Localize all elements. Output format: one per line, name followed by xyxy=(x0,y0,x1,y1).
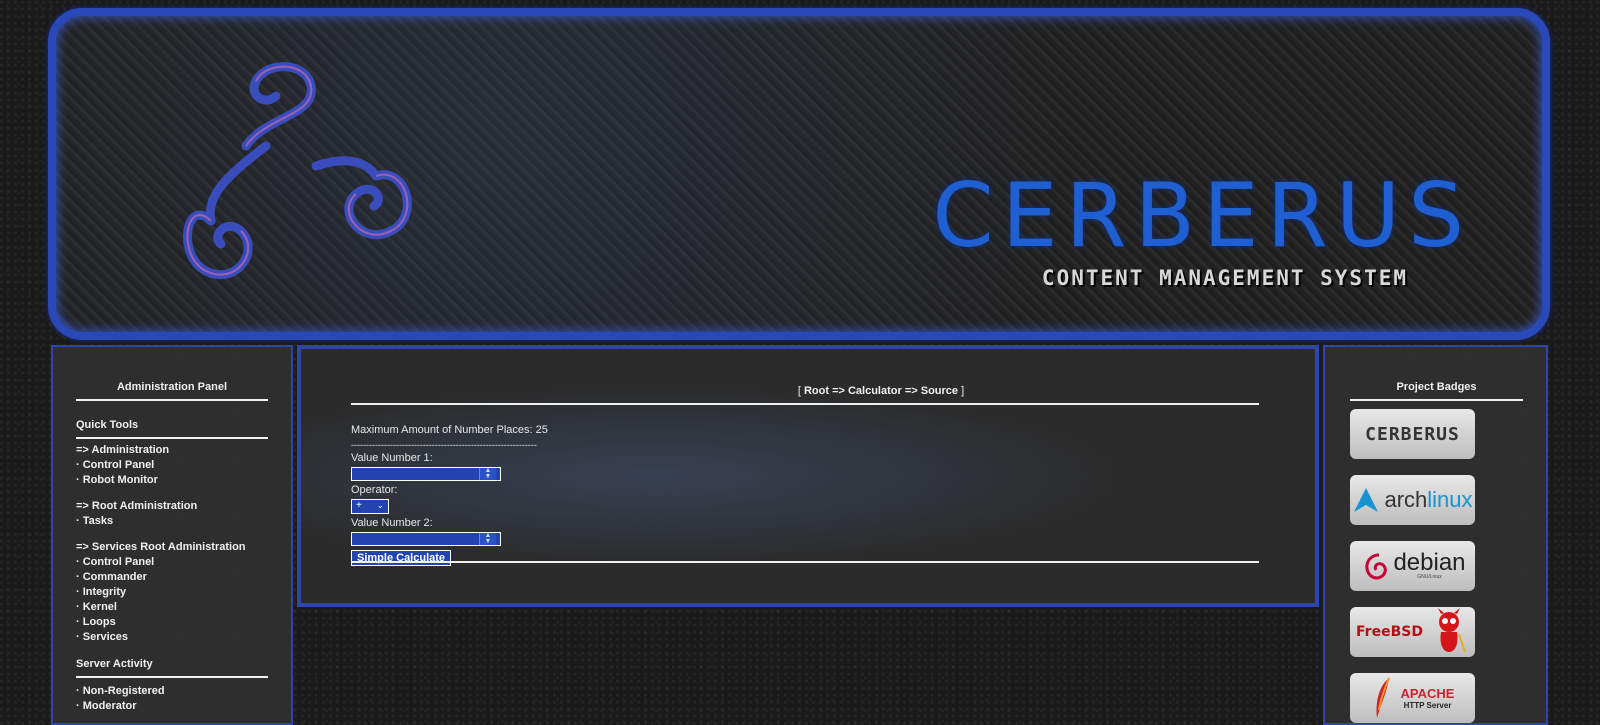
arch-logo-icon xyxy=(1354,488,1379,512)
badge-apache[interactable]: APACHE HTTP Server xyxy=(1350,673,1475,723)
calculator-panel: [ Root => Calculator => Source ] Maximum… xyxy=(297,345,1319,607)
nav-control-panel[interactable]: · Control Panel xyxy=(76,458,268,473)
nav-label: Non-Registered xyxy=(82,685,165,697)
spinner-arrows-icon[interactable]: ▲ ▼ xyxy=(479,532,496,545)
nav-root-administration[interactable]: => Root Administration xyxy=(76,499,268,514)
nav-label: Tasks xyxy=(82,515,114,527)
nav-label: Integrity xyxy=(82,586,127,598)
bullet: · xyxy=(76,459,80,471)
nav-label: Moderator xyxy=(82,700,137,712)
badge-debian[interactable]: debian GNU/Linux xyxy=(1350,541,1475,591)
bullet: · xyxy=(76,474,80,486)
bullet: · xyxy=(76,685,80,697)
section-title-server-activity: Server Activity xyxy=(76,658,153,670)
nav-robot-monitor[interactable]: · Robot Monitor xyxy=(76,473,268,488)
nav-moderator[interactable]: · Moderator xyxy=(76,699,268,714)
operator-label: Operator: xyxy=(351,484,398,496)
breadcrumb: [ Root => Calculator => Source ] xyxy=(721,385,1041,397)
debian-swirl-icon xyxy=(1365,553,1388,580)
bullet: · xyxy=(76,571,80,583)
simple-calculate-button[interactable]: Simple Calculate xyxy=(351,550,452,566)
header-banner: CERBERUS CONTENT MANAGEMENT SYSTEM xyxy=(48,8,1550,340)
badge-label: CERBERUS xyxy=(1365,423,1460,445)
logo-subtitle: CONTENT MANAGEMENT SYSTEM xyxy=(1041,266,1408,290)
divider xyxy=(76,676,268,678)
bullet: · xyxy=(76,616,80,628)
badge-archlinux[interactable]: arch linux xyxy=(1350,475,1475,525)
nav-label: Robot Monitor xyxy=(82,474,158,486)
nav-services-root-administration[interactable]: => Services Root Administration xyxy=(76,540,268,555)
nav-loops[interactable]: · Loops xyxy=(76,615,268,630)
nav-tasks[interactable]: · Tasks xyxy=(76,514,268,529)
divider xyxy=(76,437,268,439)
beastie-daemon-icon xyxy=(1437,608,1466,653)
breadcrumb-close: ] xyxy=(961,385,965,397)
value1-label: Value Number 1: xyxy=(351,452,433,464)
value2-input[interactable]: ▲ ▼ xyxy=(351,532,501,546)
nav-integrity[interactable]: · Integrity xyxy=(76,585,268,600)
badge-sublabel: GNU/Linux xyxy=(1417,574,1442,580)
project-badges-panel: Project Badges CERBERUS arch linux debian… xyxy=(1323,345,1548,725)
divider xyxy=(351,403,1259,405)
badge-label: APACHE xyxy=(1400,686,1455,701)
badge-sublabel: HTTP Server xyxy=(1403,701,1452,710)
spinner-arrows-icon[interactable]: ▲ ▼ xyxy=(479,467,496,480)
badge-label: FreeBSD xyxy=(1356,624,1423,640)
calculator-form: Maximum Amount of Number Places: 25 ----… xyxy=(351,423,548,566)
apache-feather-icon xyxy=(1376,677,1390,718)
bullet: · xyxy=(76,700,80,712)
nav-label: Commander xyxy=(82,571,147,583)
badge-label-suffix: linux xyxy=(1427,487,1473,512)
nav-administration[interactable]: => Administration xyxy=(76,443,268,458)
separator-line: ----------------------------------------… xyxy=(351,440,537,450)
operator-select[interactable]: + ⌄ xyxy=(351,499,389,514)
badge-label-prefix: arch xyxy=(1384,487,1428,512)
panel-title: Administration Panel xyxy=(116,381,228,393)
bullet: · xyxy=(76,556,80,568)
badge-freebsd[interactable]: FreeBSD xyxy=(1350,607,1475,657)
bullet: · xyxy=(76,515,80,527)
bullet: · xyxy=(76,631,80,643)
badge-label: debian xyxy=(1393,549,1466,576)
nav-label: Loops xyxy=(82,616,116,628)
nav-label: Control Panel xyxy=(82,556,155,568)
breadcrumb-path[interactable]: Root => Calculator => Source xyxy=(804,385,958,397)
nav-commander[interactable]: · Commander xyxy=(76,570,268,585)
value2-label: Value Number 2: xyxy=(351,517,433,529)
operator-value: + xyxy=(356,500,362,511)
nav-services[interactable]: · Services xyxy=(76,630,268,645)
value1-input[interactable]: ▲ ▼ xyxy=(351,467,501,481)
nav-label: Kernel xyxy=(82,601,117,613)
administration-panel: Administration Panel Quick Tools => Admi… xyxy=(51,345,293,725)
nav-non-registered[interactable]: · Non-Registered xyxy=(76,684,268,699)
bullet: · xyxy=(76,586,80,598)
chevron-down-icon: ⌄ xyxy=(376,500,384,510)
divider xyxy=(76,399,268,401)
breadcrumb-open: [ xyxy=(797,385,801,397)
nav-label: Services xyxy=(82,631,128,643)
logo-title: CERBERUS xyxy=(932,164,1472,267)
section-title-quick-tools: Quick Tools xyxy=(76,419,139,431)
badge-cerberus[interactable]: CERBERUS xyxy=(1350,409,1475,459)
nav-label: Control Panel xyxy=(82,459,155,471)
bullet: · xyxy=(76,601,80,613)
nav-kernel[interactable]: · Kernel xyxy=(76,600,268,615)
panel-title: Project Badges xyxy=(1396,381,1477,393)
divider xyxy=(351,561,1259,563)
triskelion-spiral-logo xyxy=(183,62,412,280)
divider xyxy=(1350,399,1523,401)
nav-services-control-panel[interactable]: · Control Panel xyxy=(76,555,268,570)
max-places-label: Maximum Amount of Number Places: 25 xyxy=(351,424,548,436)
